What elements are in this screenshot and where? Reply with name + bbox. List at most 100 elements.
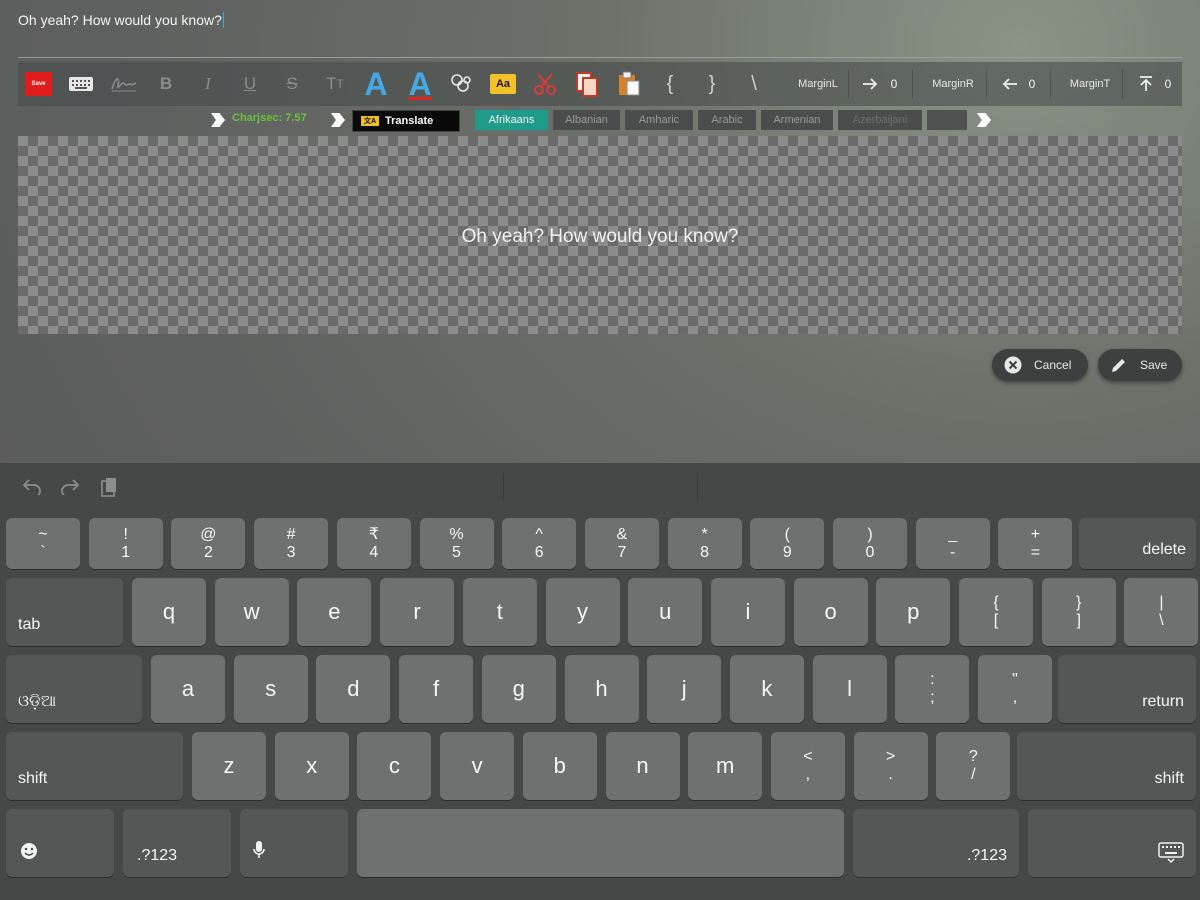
keyboard-icon[interactable] xyxy=(66,62,96,106)
key-row1-0[interactable]: ~ ` xyxy=(6,518,80,569)
key-row1-9[interactable]: (9 xyxy=(750,518,825,569)
key-x[interactable]: x xyxy=(274,732,349,800)
save-icon-button[interactable]: Save xyxy=(25,72,52,96)
key-g[interactable]: g xyxy=(481,655,556,723)
backslash-button[interactable]: \ xyxy=(742,62,766,106)
key-c[interactable]: c xyxy=(357,732,432,800)
margin-top-value[interactable]: 0 xyxy=(1158,62,1178,106)
key-f[interactable]: f xyxy=(399,655,474,723)
key-row4-sym-0[interactable]: <, xyxy=(770,732,845,800)
delete-key[interactable]: delete xyxy=(1079,518,1196,569)
key-row1-8[interactable]: * 8 xyxy=(667,518,742,569)
key-row1-12[interactable]: + = xyxy=(998,518,1073,569)
save-button[interactable]: Save xyxy=(1098,349,1182,381)
scissors-icon[interactable] xyxy=(530,62,560,106)
dictation-key[interactable] xyxy=(240,809,348,877)
key-row3-sym-1[interactable]: ", xyxy=(978,655,1052,723)
key-j[interactable]: j xyxy=(647,655,722,723)
key-row1-1[interactable]: ! 1 xyxy=(88,518,163,569)
key-row1-6[interactable]: ^ 6 xyxy=(502,518,577,569)
key-row1-7[interactable]: & 7 xyxy=(584,518,659,569)
key-e[interactable]: e xyxy=(297,578,372,646)
chevron-right-icon[interactable] xyxy=(211,113,225,127)
arrow-right-icon[interactable] xyxy=(860,62,880,106)
lang-azerbaijani[interactable]: Azerbaijani xyxy=(838,110,922,130)
key-row2-sym-2[interactable]: | \ xyxy=(1124,578,1199,646)
key-w[interactable]: w xyxy=(214,578,289,646)
emoji-key[interactable] xyxy=(6,809,114,877)
lang-amharic[interactable]: Amharic xyxy=(625,110,693,130)
arrow-up-icon[interactable] xyxy=(1136,62,1156,106)
numbers-right-key[interactable]: .?123 xyxy=(853,809,1019,877)
key-h[interactable]: h xyxy=(564,655,639,723)
key-t[interactable]: t xyxy=(462,578,537,646)
key-row1-2[interactable]: @2 xyxy=(171,518,246,569)
key-row4-sym-2[interactable]: ? / xyxy=(936,732,1011,800)
key-u[interactable]: u xyxy=(628,578,703,646)
tab-key[interactable]: tab xyxy=(6,578,123,646)
numbers-left-key[interactable]: .?123 xyxy=(123,809,231,877)
brace-open-button[interactable]: { xyxy=(658,62,682,106)
italic-button[interactable]: I xyxy=(196,62,220,106)
cancel-button[interactable]: Cancel xyxy=(992,349,1088,381)
paste-icon[interactable] xyxy=(614,62,644,106)
redo-icon[interactable] xyxy=(60,477,80,500)
key-m[interactable]: m xyxy=(688,732,763,800)
key-row1-4[interactable]: ₹4 xyxy=(336,518,411,569)
key-row4-sym-1[interactable]: >. xyxy=(853,732,928,800)
key-z[interactable]: z xyxy=(192,732,266,800)
key-a[interactable]: a xyxy=(151,655,225,723)
lang-armenian[interactable]: Armenian xyxy=(761,110,833,130)
text-size-button[interactable]: TT xyxy=(322,62,348,106)
key-k[interactable]: k xyxy=(729,655,804,723)
bold-button[interactable]: B xyxy=(154,62,178,106)
chevron-right-icon[interactable] xyxy=(977,113,991,127)
key-row1-11[interactable]: _ - xyxy=(915,518,990,569)
shift-right-key[interactable]: shift xyxy=(1017,732,1196,800)
translate-button[interactable]: 文A Translate xyxy=(352,110,460,132)
arrow-left-icon[interactable] xyxy=(1000,62,1020,106)
key-s[interactable]: s xyxy=(233,655,308,723)
key-row2-sym-1[interactable]: }] xyxy=(1041,578,1116,646)
key-d[interactable]: d xyxy=(316,655,391,723)
margin-left-value[interactable]: 0 xyxy=(884,62,904,106)
copy-icon[interactable] xyxy=(572,62,602,106)
clipboard-icon[interactable] xyxy=(100,477,118,502)
language-key[interactable]: ଓଡ଼ିଆ xyxy=(6,655,142,723)
key-i[interactable]: i xyxy=(710,578,785,646)
case-button[interactable]: Aa xyxy=(488,62,518,106)
key-row3-sym-0[interactable]: :; xyxy=(895,655,970,723)
key-n[interactable]: n xyxy=(605,732,680,800)
key-b[interactable]: b xyxy=(522,732,597,800)
lang-arabic[interactable]: Arabic xyxy=(698,110,756,130)
key-o[interactable]: o xyxy=(793,578,868,646)
return-key[interactable]: return xyxy=(1058,655,1196,723)
signature-icon[interactable] xyxy=(108,62,140,106)
key-l[interactable]: l xyxy=(812,655,887,723)
key-row2-sym-0[interactable]: {[ xyxy=(959,578,1033,646)
undo-icon[interactable] xyxy=(22,477,42,500)
underline-button[interactable]: U xyxy=(238,62,262,106)
shift-left-key[interactable]: shift xyxy=(6,732,183,800)
text-color-button[interactable]: A xyxy=(402,62,438,106)
lang-afrikaans[interactable]: Afrikaans xyxy=(475,110,548,130)
margin-right-value[interactable]: 0 xyxy=(1022,62,1042,106)
space-key[interactable] xyxy=(357,809,844,877)
effects-icon[interactable] xyxy=(446,62,476,106)
key-p[interactable]: p xyxy=(876,578,951,646)
key-v[interactable]: v xyxy=(440,732,515,800)
key-row1-3[interactable]: #3 xyxy=(254,518,329,569)
dismiss-keyboard-key[interactable] xyxy=(1028,809,1196,877)
key-y[interactable]: y xyxy=(545,578,620,646)
lang-albanian[interactable]: Albanian xyxy=(553,110,620,130)
lang-more[interactable] xyxy=(927,110,967,130)
font-button[interactable]: A xyxy=(358,62,394,106)
key-row1-5[interactable]: % 5 xyxy=(419,518,494,569)
strikethrough-button[interactable]: S xyxy=(280,62,304,106)
key-row1-10[interactable]: ) 0 xyxy=(833,518,907,569)
key-q[interactable]: q xyxy=(132,578,206,646)
brace-close-button[interactable]: } xyxy=(700,62,724,106)
text-input[interactable]: Oh yeah? How would you know? xyxy=(18,12,224,28)
key-r[interactable]: r xyxy=(380,578,455,646)
chevron-right-icon[interactable] xyxy=(331,113,345,127)
